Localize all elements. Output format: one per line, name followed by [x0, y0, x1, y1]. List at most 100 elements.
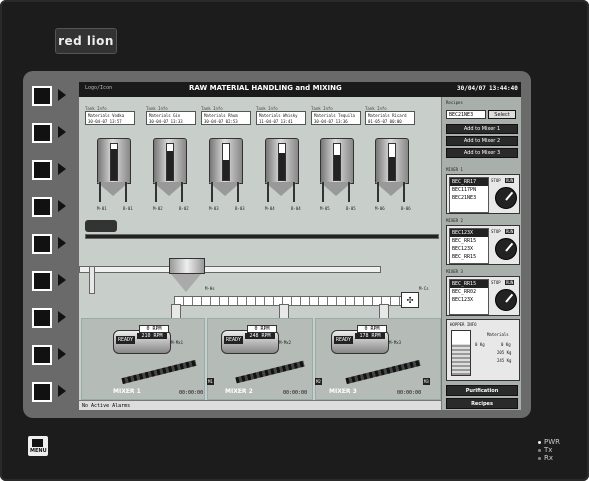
tank-info-5[interactable]: Tank Info Materials Tequila 30-04-07 13:36: [311, 106, 361, 128]
mixer-2-tag: M2: [315, 378, 322, 385]
mixer-2-timer: 00:00:00: [283, 390, 308, 396]
valve-label: B-04: [291, 206, 301, 211]
valve-label: B-03: [235, 206, 245, 211]
valve-label: B-06: [401, 206, 411, 211]
tank-1[interactable]: [91, 138, 135, 204]
mixer-1-recipe-list[interactable]: BEC_RR17 BEC117PN BEC21NE3: [449, 177, 489, 213]
list-item[interactable]: BEC21NE3: [450, 194, 488, 202]
valve-label: M-04: [265, 206, 275, 211]
page-title: RAW MATERIAL HANDLING and MIXING: [189, 84, 342, 92]
upper-conveyor: [79, 266, 381, 273]
list-item[interactable]: BEC123X: [450, 229, 488, 237]
function-key-2[interactable]: [32, 123, 72, 143]
function-key-3[interactable]: [32, 160, 72, 180]
hmi-device: red lion Logo/Icon RAW MATERIAL HANDLING…: [0, 0, 589, 481]
list-item[interactable]: BEC_RR02: [450, 288, 488, 296]
mixer-2-rpm-actual: 248 RPM: [245, 333, 275, 339]
function-key-4[interactable]: [32, 197, 72, 217]
hopper-value: 0 Kg: [475, 342, 485, 347]
mixer-3-panel-label: MIXER 3: [446, 269, 463, 274]
add-to-mixer-2-button[interactable]: Add to Mixer 2: [446, 136, 518, 146]
list-item[interactable]: BEC_RR15: [450, 253, 488, 261]
mixer-2-rpm: 0 RPM: [247, 325, 277, 333]
arrow-right-icon: [58, 385, 66, 397]
header-left-text: Logo/Icon: [85, 85, 113, 91]
list-item[interactable]: BEC_RR15: [450, 237, 488, 245]
tank-3[interactable]: [203, 138, 247, 204]
list-item[interactable]: BEC_RR15: [450, 280, 488, 288]
mixer-3-motor-tag: M-Mx3: [389, 340, 402, 345]
hopper-info-panel: HOPPER INFO Materials 0 Kg 0 Kg 205 Kg 2…: [446, 319, 520, 381]
list-item[interactable]: BEC123X: [450, 245, 488, 253]
mixer-3-recipe-list[interactable]: BEC_RR15 BEC_RR02 BEC123X: [449, 279, 489, 315]
tank-6[interactable]: [369, 138, 413, 204]
mixer-2-panel-label: MIXER 2: [446, 218, 463, 223]
mixer-1-rpm: 0 RPM: [139, 325, 169, 333]
truck-icon: [85, 220, 117, 232]
tank-info-6[interactable]: Tank Info Materials Ricard 01-05-07 00:00: [365, 106, 415, 128]
function-key-5[interactable]: [32, 234, 72, 254]
valve-label: M-01: [97, 206, 107, 211]
function-key-1[interactable]: [32, 86, 72, 106]
mixer-1-label: MIXER 1: [113, 388, 141, 395]
mixer-2-status: READY: [224, 336, 244, 344]
valve-label: M-03: [209, 206, 219, 211]
tank-5[interactable]: [314, 138, 358, 204]
mixer-2-selector-knob[interactable]: [495, 238, 517, 260]
run-label: RUN: [505, 178, 515, 183]
tank-info-1[interactable]: Tank Info Materials Vodka 30-04-07 13:57: [85, 106, 135, 128]
fan-icon[interactable]: ✣: [401, 292, 419, 308]
hopper-value: 245 Kg: [497, 358, 512, 363]
pipe-vertical: [89, 266, 95, 294]
alarm-status-bar[interactable]: No Active Alarms: [79, 400, 441, 410]
tank-4[interactable]: [259, 138, 303, 204]
recipes-label: Recipes: [446, 100, 463, 105]
add-to-mixer-1-button[interactable]: Add to Mixer 1: [446, 124, 518, 134]
recipe-input[interactable]: BEC21NE3: [446, 110, 486, 119]
function-key-6[interactable]: [32, 271, 72, 291]
mixer-3[interactable]: 0 RPM 178 RPM READY: [331, 322, 389, 356]
mixer-3-rpm: 0 RPM: [357, 325, 387, 333]
mixer-3-status: READY: [334, 336, 354, 344]
mixer-2[interactable]: 0 RPM 248 RPM READY: [221, 322, 279, 356]
stop-label: STOP: [491, 229, 501, 234]
main-pipe: [85, 234, 439, 239]
tank-info-3[interactable]: Tank Info Materials Rhum 30-04-07 02:53: [201, 106, 251, 128]
mixer-1-status: READY: [116, 336, 136, 344]
function-key-7[interactable]: [32, 308, 72, 328]
select-button[interactable]: Select: [488, 110, 516, 119]
mixer-1[interactable]: 0 RPM 210 RPM READY: [113, 322, 171, 356]
stop-label: STOP: [491, 280, 501, 285]
tank-info-2[interactable]: Tank Info Materials Gin 30-04-07 13:33: [146, 106, 196, 128]
list-item[interactable]: BEC_RR17: [450, 178, 488, 186]
mixer-1-selector-knob[interactable]: [495, 187, 517, 209]
valve-label: M-02: [153, 206, 163, 211]
fan-label: M-Cs: [419, 286, 429, 291]
list-item[interactable]: BEC117PN: [450, 186, 488, 194]
mixer-1-rpm-actual: 210 RPM: [137, 333, 167, 339]
tank-info-4[interactable]: Tank Info Materials Whisky 11-04-07 13:41: [256, 106, 306, 128]
add-to-mixer-3-button[interactable]: Add to Mixer 3: [446, 148, 518, 158]
function-key-8[interactable]: [32, 345, 72, 365]
tx-indicator: Tx: [538, 446, 578, 454]
list-item[interactable]: BEC123X: [450, 296, 488, 304]
arrow-right-icon: [58, 89, 66, 101]
recipes-button[interactable]: Recipes: [446, 398, 518, 409]
red-lion-logo: red lion: [55, 28, 117, 54]
mixer-3-timer: 00:00:00: [397, 390, 422, 396]
hopper-tag: M-Hs: [205, 286, 215, 291]
hopper-level-gauge: [451, 330, 471, 376]
purification-button[interactable]: Purification: [446, 385, 518, 396]
function-key-9[interactable]: [32, 382, 72, 402]
hopper-value: 205 Kg: [497, 350, 512, 355]
mixer-3-selector-knob[interactable]: [495, 289, 517, 311]
mixer-2-recipe-list[interactable]: BEC123X BEC_RR15 BEC123X BEC_RR15: [449, 228, 489, 264]
menu-button[interactable]: MENU: [28, 436, 48, 456]
stop-label: STOP: [491, 178, 501, 183]
header-date: 30/04/07: [457, 85, 486, 92]
mixer-2-motor-tag: M-Mx2: [279, 340, 292, 345]
mixer-3-rpm-actual: 178 RPM: [355, 333, 385, 339]
hmi-screen: Logo/Icon RAW MATERIAL HANDLING and MIXI…: [79, 82, 521, 410]
run-label: RUN: [505, 280, 515, 285]
tank-2[interactable]: [147, 138, 191, 204]
